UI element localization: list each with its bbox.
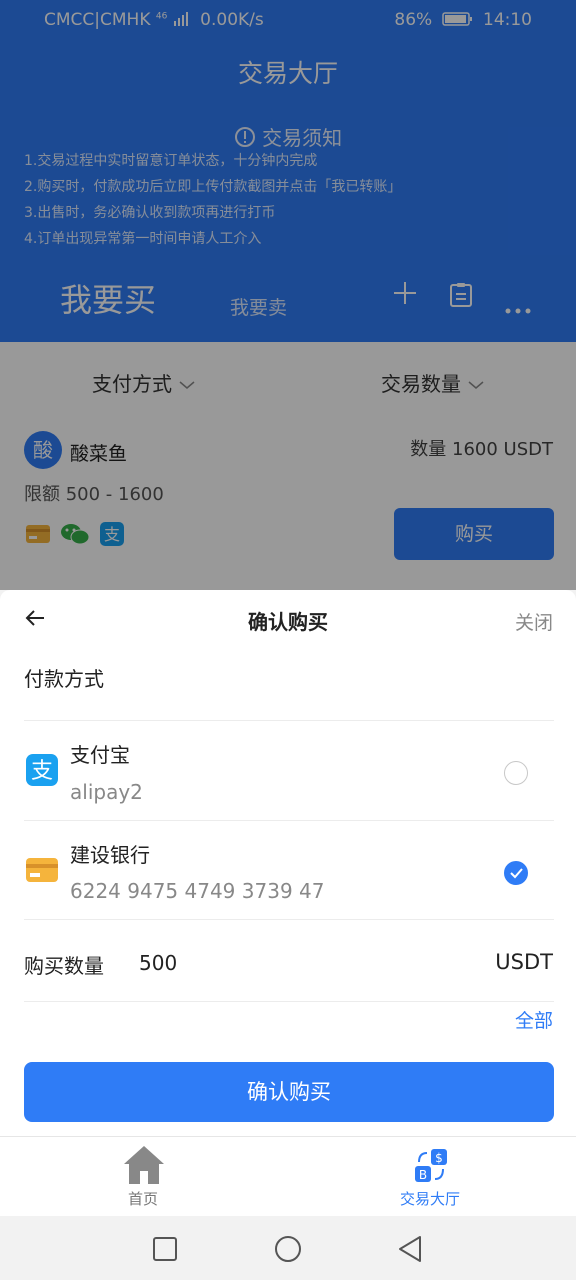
- home-icon[interactable]: [122, 1145, 166, 1189]
- exchange-icon[interactable]: $ B: [413, 1148, 449, 1188]
- payment-option-alipay[interactable]: [0, 721, 576, 819]
- amount-label: 购买数量: [24, 954, 104, 978]
- all-button[interactable]: 全部: [515, 1006, 553, 1033]
- alipay-icon: 支: [26, 754, 58, 790]
- payment-name: 建设银行: [70, 843, 150, 867]
- bank-card-icon: [26, 856, 58, 888]
- svg-text:B: B: [419, 1168, 427, 1182]
- dim-overlay[interactable]: [0, 0, 576, 590]
- payment-name: 支付宝: [70, 743, 130, 767]
- divider: [24, 919, 554, 920]
- sheet-title: 确认购买: [248, 610, 328, 634]
- payment-option-bank[interactable]: [0, 821, 576, 919]
- bottom-nav: [0, 1136, 576, 1217]
- home-nav-icon[interactable]: [273, 1234, 303, 1268]
- radio-bank[interactable]: [504, 861, 528, 885]
- payment-detail: alipay2: [70, 780, 143, 804]
- radio-alipay[interactable]: [504, 761, 528, 785]
- recents-icon[interactable]: [152, 1236, 178, 1266]
- payment-method-label: 付款方式: [24, 667, 104, 691]
- amount-input[interactable]: 500: [139, 951, 177, 975]
- nav-home-label[interactable]: 首页: [128, 1188, 158, 1209]
- nav-market-label[interactable]: 交易大厅: [400, 1188, 460, 1209]
- payment-detail: 6224 9475 4749 3739 47: [70, 879, 325, 903]
- confirm-purchase-button[interactable]: 确认购买: [24, 1062, 554, 1122]
- amount-unit: USDT: [495, 950, 553, 974]
- svg-text:$: $: [435, 1151, 443, 1165]
- back-nav-icon[interactable]: [396, 1234, 424, 1268]
- divider: [24, 1001, 554, 1002]
- close-button[interactable]: 关闭: [515, 608, 553, 635]
- svg-text:支: 支: [31, 759, 53, 784]
